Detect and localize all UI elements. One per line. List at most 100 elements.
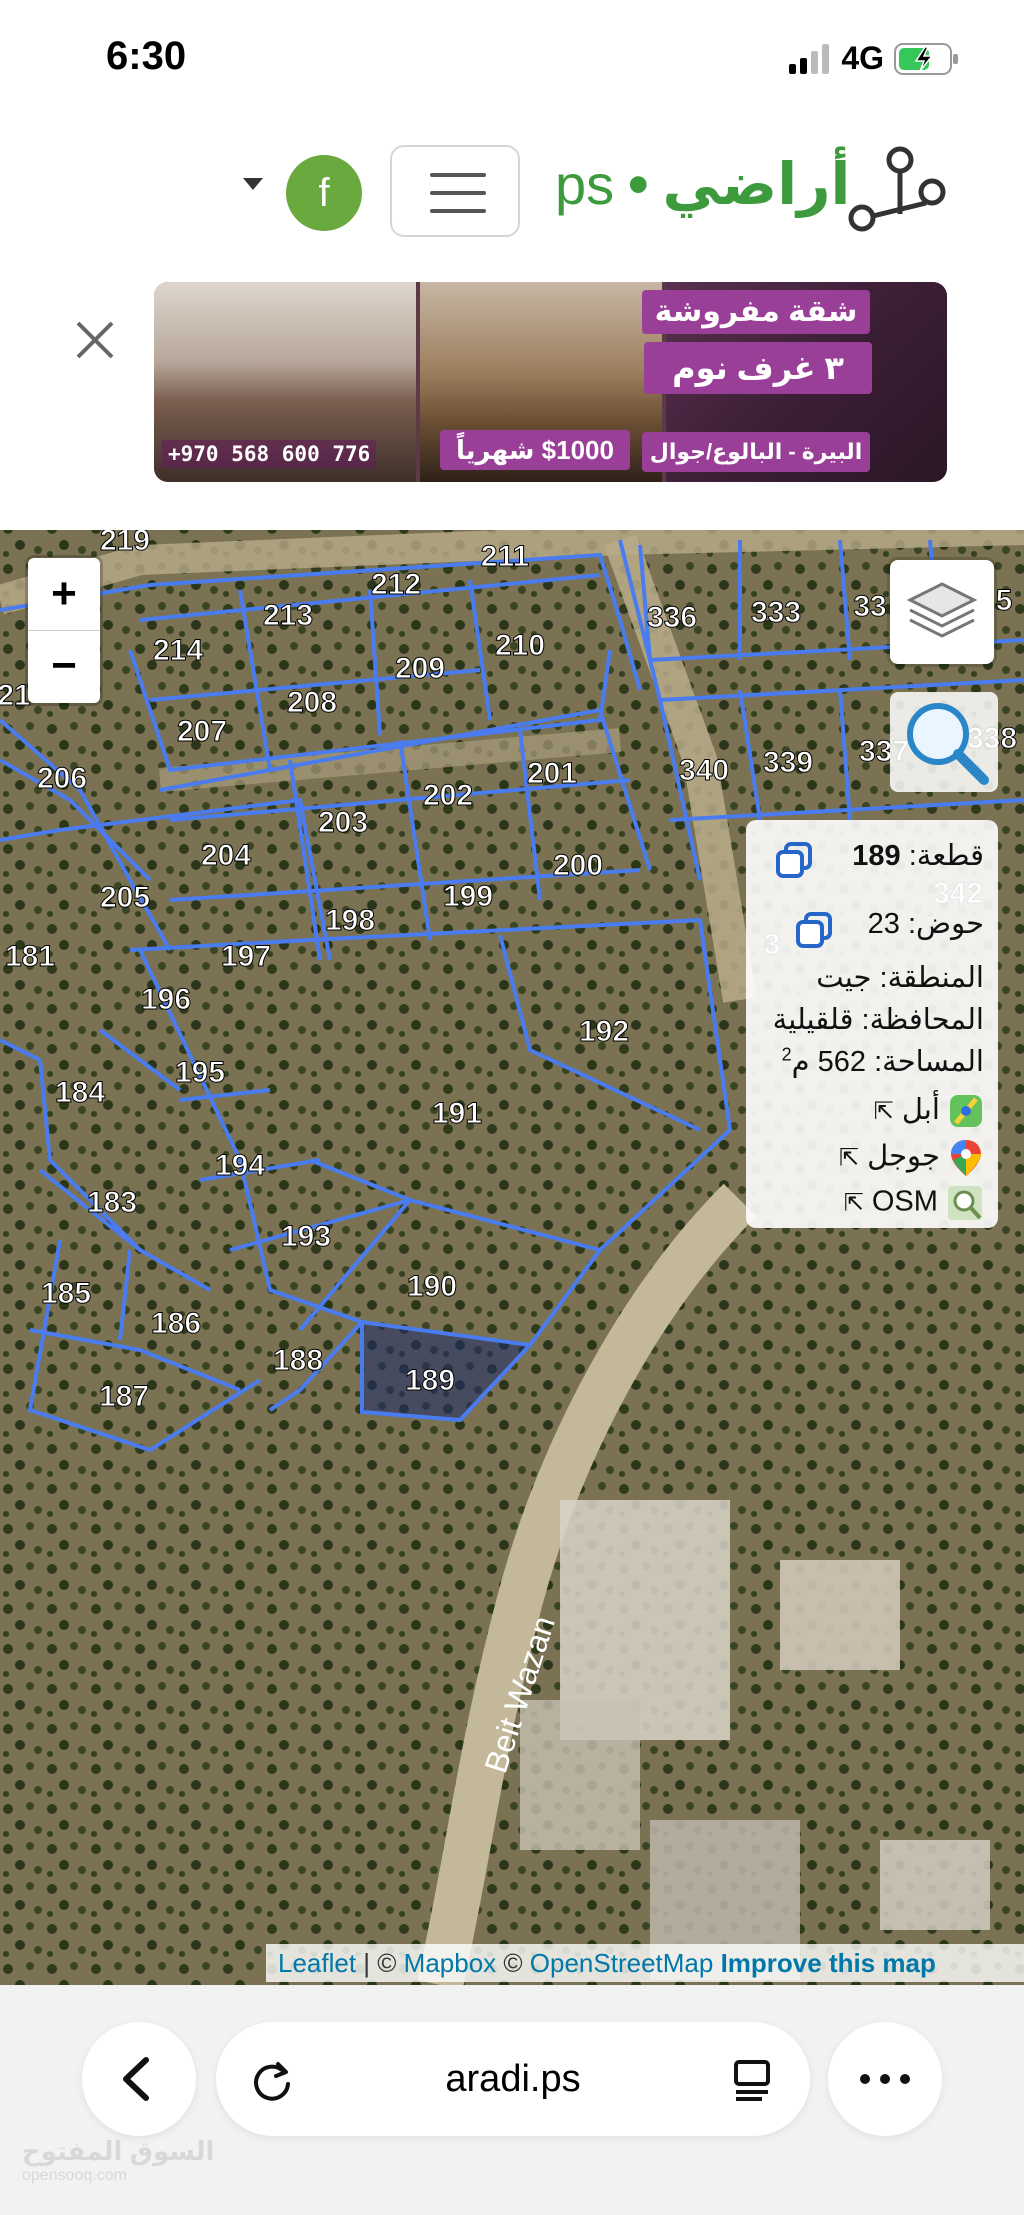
hamburger-icon <box>430 173 486 177</box>
parcel-label-197[interactable]: 197 <box>220 940 271 974</box>
governorate-row: المحافظة: قلقيلية <box>773 1002 984 1037</box>
map-layer[interactable]: 219 211212213214 21020920820720621336 333 33… <box>0 530 1024 1985</box>
parcel-label-187[interactable]: 187 <box>98 1380 149 1414</box>
parcel-label-33[interactable]: 33 <box>853 590 887 624</box>
parcel-label-185[interactable]: 185 <box>40 1277 91 1311</box>
map-canvas[interactable]: 219 211 212 213 214 210 209 208 207 206 21 336 333 33… <box>0 530 1024 1985</box>
parcel-label-210[interactable]: 210 <box>494 629 545 663</box>
parcel-label-21[interactable]: 21 <box>0 679 31 713</box>
basin-value: 23 <box>867 908 900 940</box>
brand-arabic: أراضي <box>662 152 851 217</box>
parcel-label-192[interactable]: 192 <box>578 1015 629 1049</box>
copy-parcel-icon[interactable] <box>772 838 818 884</box>
parcel-label-333[interactable]: 333 <box>750 596 801 630</box>
parcel-label-186[interactable]: 186 <box>150 1307 201 1341</box>
parcel-label-339[interactable]: 339 <box>762 746 813 780</box>
map-attribution: Leaflet | © Mapbox © OpenStreetMap Impro… <box>266 1944 1024 1982</box>
ad-location: البيرة - البالوع/جوال <box>642 432 870 472</box>
parcel-label-207[interactable]: 207 <box>176 715 227 749</box>
area-value: 562 <box>817 1046 867 1078</box>
parcel-label-198[interactable]: 198 <box>324 904 375 938</box>
status-time: 6:30 <box>106 34 187 78</box>
osm-icon <box>948 1186 982 1220</box>
openstreetmap-link[interactable]: OpenStreetMap <box>530 1948 714 1978</box>
area-label: المساحة: <box>874 1046 984 1078</box>
zoom-out-button[interactable]: − <box>28 630 100 702</box>
parcel-label-188[interactable]: 188 <box>272 1344 323 1378</box>
parcel-label-181[interactable]: 181 <box>4 940 55 974</box>
reader-mode-icon[interactable] <box>728 2054 778 2104</box>
zoom-control: + − <box>28 558 100 703</box>
parcel-row: قطعة: 189 <box>852 838 984 873</box>
parcel-label-196[interactable]: 196 <box>140 983 191 1017</box>
copy-basin-icon[interactable] <box>792 908 838 954</box>
parcel-label-208[interactable]: 208 <box>286 686 337 720</box>
google-link-label: جوجل <box>867 1140 940 1173</box>
osm-link[interactable]: OSM ⇱ <box>844 1184 984 1222</box>
parcel-label: قطعة: <box>908 840 984 872</box>
parcel-value: 189 <box>852 840 901 872</box>
apple-link-label: أبل <box>901 1094 940 1126</box>
chevron-left-icon <box>123 2057 149 2101</box>
parcel-label-191[interactable]: 191 <box>431 1097 482 1131</box>
apple-maps-link[interactable]: أبل ⇱ <box>874 1092 984 1129</box>
parcel-label-194[interactable]: 194 <box>214 1149 265 1183</box>
parcel-label-206[interactable]: 206 <box>36 762 87 796</box>
site-logo-icon[interactable] <box>846 146 946 236</box>
facebook-button[interactable]: f <box>286 155 362 231</box>
network-type: 4G <box>841 40 884 76</box>
menu-button[interactable] <box>390 145 520 237</box>
more-button[interactable] <box>828 2022 942 2136</box>
parcel-label-219[interactable]: 219 <box>99 530 150 558</box>
region-value: جيت <box>816 962 872 994</box>
ad-banner[interactable]: شقة مفروشة ٣ غرف نوم $1000 شهرياً البيرة… <box>154 282 947 482</box>
parcel-label-204[interactable]: 204 <box>200 839 251 873</box>
parcel-label-190[interactable]: 190 <box>406 1270 457 1304</box>
close-icon[interactable] <box>70 315 120 365</box>
region-label: المنطقة: <box>879 962 984 994</box>
basin-row: حوض: 23 <box>868 906 984 941</box>
url-text: aradi.ps <box>445 2058 581 2100</box>
leaflet-link[interactable]: Leaflet <box>278 1948 356 1978</box>
layers-button[interactable] <box>890 560 994 664</box>
parcel-label-205[interactable]: 205 <box>99 881 150 915</box>
more-dots-icon <box>860 2074 910 2084</box>
parcel-label-340[interactable]: 340 <box>678 754 729 788</box>
parcel-label-336[interactable]: 336 <box>646 601 697 635</box>
zoom-in-button[interactable]: + <box>28 558 100 631</box>
parcel-label-213[interactable]: 213 <box>262 599 313 633</box>
parcel-label-202[interactable]: 202 <box>422 779 473 813</box>
google-maps-link[interactable]: جوجل ⇱ <box>839 1138 984 1178</box>
parcel-label-184[interactable]: 184 <box>54 1076 105 1110</box>
parcel-label-193[interactable]: 193 <box>280 1220 331 1254</box>
parcel-label-5[interactable]: 5 <box>995 584 1013 618</box>
parcel-label-209[interactable]: 209 <box>394 652 445 686</box>
parcel-label-200[interactable]: 200 <box>552 849 603 883</box>
brand-name[interactable]: ps • أراضي <box>555 150 850 218</box>
improve-map-link[interactable]: Improve this map <box>721 1948 936 1978</box>
caret-down-icon[interactable] <box>243 178 263 190</box>
back-button[interactable] <box>82 2022 196 2136</box>
governorate-label: المحافظة: <box>861 1004 984 1036</box>
parcel-label-199[interactable]: 199 <box>442 880 493 914</box>
parcel-label-189[interactable]: 189 <box>404 1364 455 1398</box>
status-indicators: 4G <box>789 40 960 77</box>
area-unit: م <box>791 1046 810 1078</box>
external-link-icon: ⇱ <box>838 1144 860 1172</box>
parcel-label-214[interactable]: 214 <box>152 634 203 668</box>
mapbox-link[interactable]: Mapbox <box>404 1948 497 1978</box>
parcel-label-212[interactable]: 212 <box>370 568 421 602</box>
area-row: المساحة: 562 م2 <box>782 1044 984 1079</box>
parcel-label-201[interactable]: 201 <box>526 757 577 791</box>
apple-maps-icon <box>950 1095 982 1128</box>
parcel-label-183[interactable]: 183 <box>86 1186 137 1220</box>
address-bar[interactable]: aradi.ps <box>216 2022 810 2136</box>
brand-dot: • <box>628 152 649 217</box>
parcel-label-195[interactable]: 195 <box>174 1056 225 1090</box>
parcel-label-211[interactable]: 211 <box>480 540 529 574</box>
ad-phone: +970 568 600 776 <box>162 440 377 468</box>
map-search-button[interactable] <box>890 692 998 792</box>
parcel-label-203[interactable]: 203 <box>317 806 368 840</box>
area-exponent: 2 <box>781 1044 792 1065</box>
attribution-separator: | © <box>356 1948 404 1978</box>
